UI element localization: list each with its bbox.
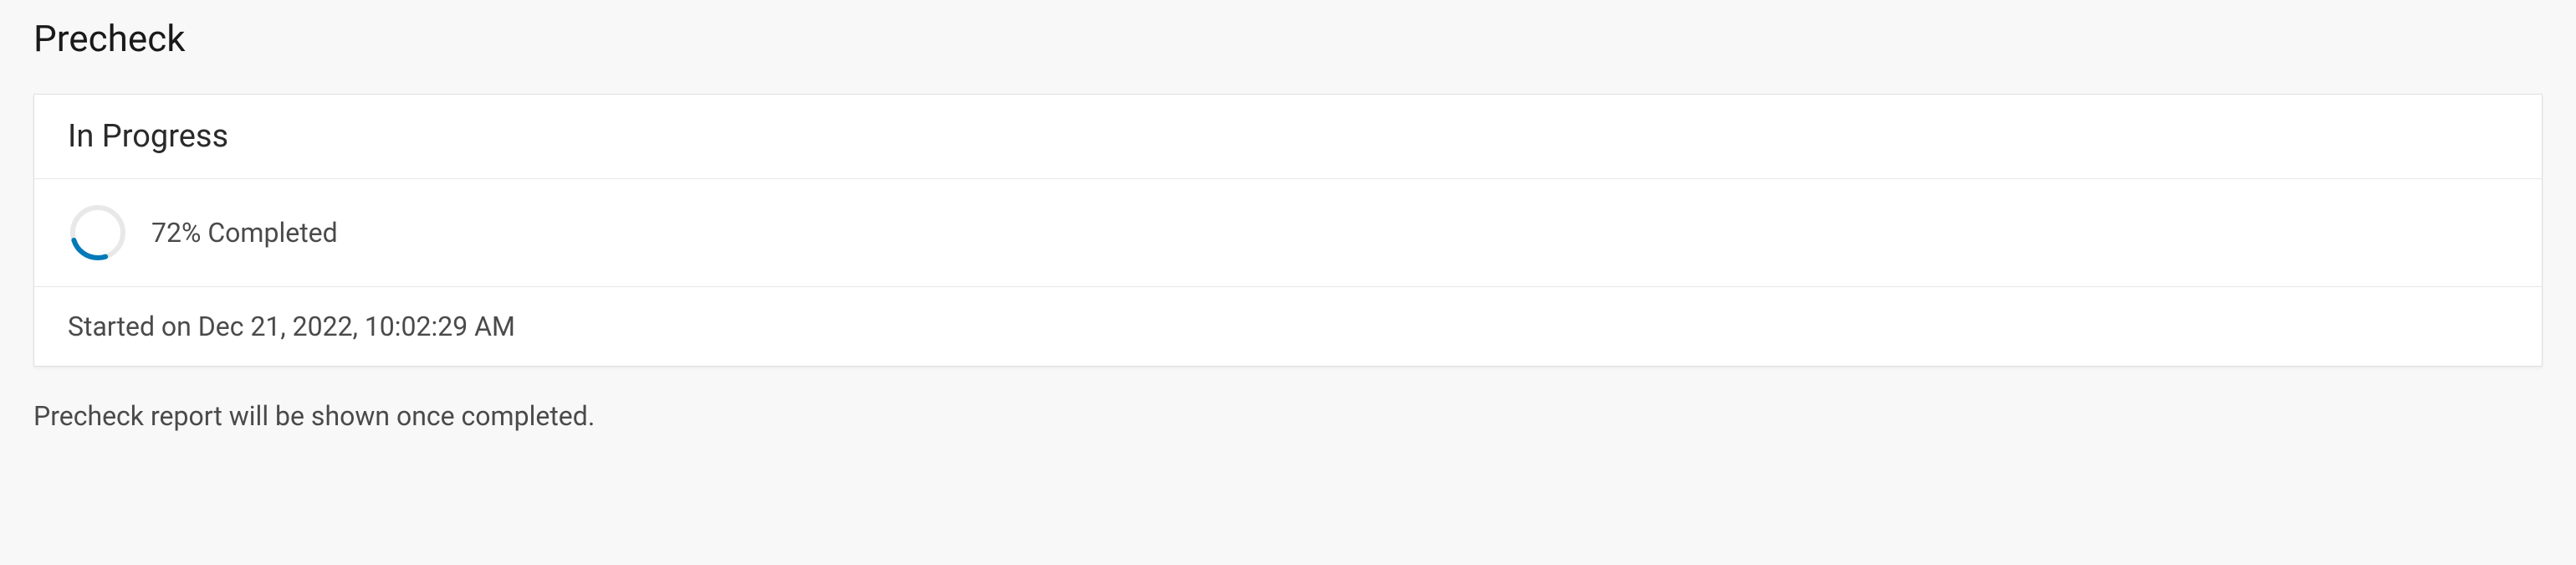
footer-note: Precheck report will be shown once compl… [33,400,2543,432]
progress-label: 72% Completed [151,217,338,249]
started-timestamp: Started on Dec 21, 2022, 10:02:29 AM [68,311,2508,342]
timestamp-row: Started on Dec 21, 2022, 10:02:29 AM [34,287,2542,366]
progress-spinner-icon [68,203,128,263]
page-title: Precheck [33,17,2543,60]
status-card: In Progress 72% Completed Started on Dec… [33,94,2543,367]
status-title: In Progress [68,118,2508,155]
progress-row: 72% Completed [34,179,2542,287]
status-header: In Progress [34,95,2542,179]
